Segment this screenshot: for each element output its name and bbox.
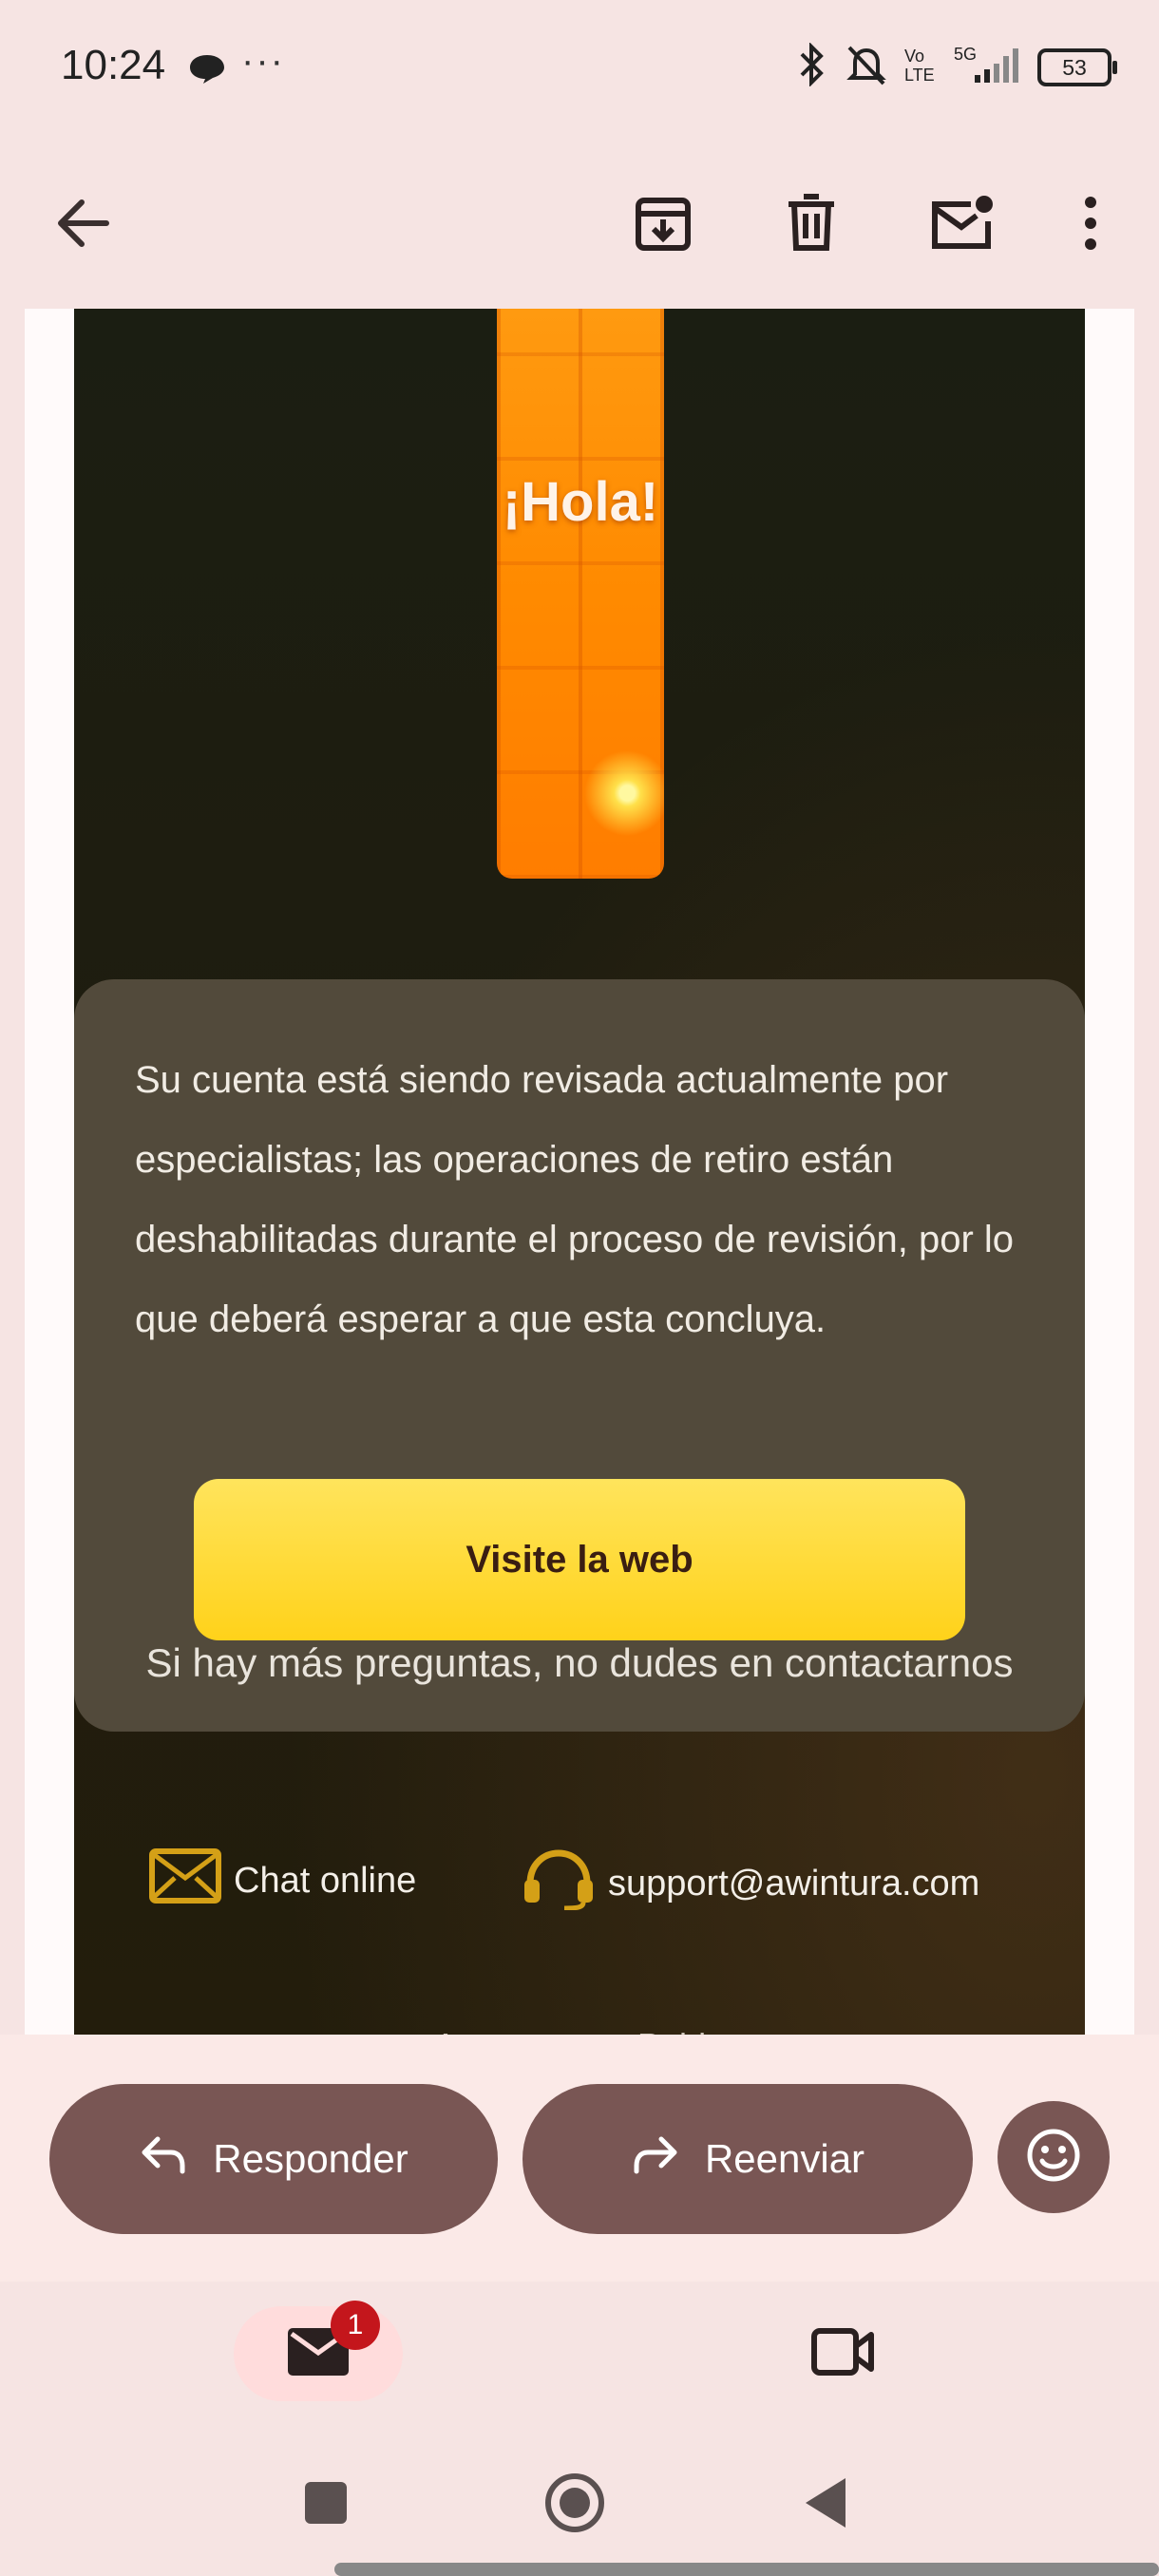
square-icon: [303, 2480, 349, 2530]
bottom-navigation: 1: [0, 2282, 1159, 2576]
reply-icon: [139, 2133, 188, 2185]
more-notifications-icon: ···: [241, 40, 285, 82]
support-email-link[interactable]: support@awintura.com: [521, 1847, 979, 1920]
meet-tab[interactable]: [796, 2306, 891, 2401]
chat-online-label: Chat online: [234, 1860, 417, 1901]
status-bar: 10:24 ··· Vo LTE 5G 53: [0, 0, 1159, 138]
hero-banner: ¡Hola!: [497, 309, 664, 879]
signal-5g-icon: 5G: [954, 43, 1024, 91]
back-arrow-icon[interactable]: [36, 176, 131, 271]
emoji-reaction-button[interactable]: [998, 2101, 1110, 2213]
svg-text:LTE: LTE: [904, 66, 935, 85]
recents-button[interactable]: [283, 2462, 369, 2548]
mark-unread-icon[interactable]: [914, 176, 1009, 271]
envelope-icon: [148, 1847, 222, 1914]
reply-actions-bar: Responder Reenviar: [0, 2035, 1159, 2282]
headset-icon: [521, 1847, 597, 1920]
email-toolbar: [0, 138, 1159, 309]
video-camera-icon: [810, 2325, 877, 2383]
email-html-body: ¡Hola! Su cuenta está siendo revisada ac…: [74, 309, 1085, 2035]
status-time: 10:24: [61, 42, 166, 88]
volte-icon: Vo LTE: [902, 45, 940, 89]
reply-button[interactable]: Responder: [49, 2084, 498, 2234]
svg-text:Vo: Vo: [904, 47, 924, 66]
support-email-label: support@awintura.com: [608, 1863, 980, 1904]
gesture-bar: [334, 2563, 1159, 2576]
hero-greeting: ¡Hola!: [502, 471, 659, 533]
message-body: Su cuenta está siendo revisada actualmen…: [135, 1059, 1015, 1340]
signature-cutoff: Atentamente Pablo: [74, 2026, 1085, 2035]
home-button[interactable]: [532, 2462, 618, 2548]
smiley-icon: [1025, 2127, 1082, 2188]
svg-text:5G: 5G: [954, 45, 977, 64]
bluetooth-icon: [792, 42, 830, 91]
contact-links: Chat online support@awintura.com: [74, 1847, 1085, 1942]
visit-website-button[interactable]: Visite la web: [194, 1479, 965, 1640]
home-circle-icon: [543, 2472, 606, 2539]
chat-notification-icon: [188, 53, 226, 90]
silent-bell-icon: [844, 42, 889, 92]
forward-icon: [631, 2133, 680, 2185]
more-vert-icon[interactable]: [1043, 176, 1138, 271]
battery-icon: 53: [1037, 47, 1117, 86]
triangle-back-icon: [802, 2476, 849, 2534]
reply-label: Responder: [213, 2136, 408, 2181]
system-back-button[interactable]: [783, 2462, 868, 2548]
delete-icon[interactable]: [764, 176, 859, 271]
message-card: Su cuenta está siendo revisada actualmen…: [74, 979, 1085, 1732]
forward-label: Reenviar: [704, 2136, 865, 2181]
status-icons: Vo LTE 5G 53: [792, 42, 1117, 92]
chat-online-link[interactable]: Chat online: [148, 1847, 416, 1914]
forward-button[interactable]: Reenviar: [522, 2084, 973, 2234]
unread-badge: 1: [331, 2301, 380, 2350]
contact-prompt: Si hay más preguntas, no dudes en contac…: [145, 1640, 1014, 1685]
archive-icon[interactable]: [616, 176, 711, 271]
